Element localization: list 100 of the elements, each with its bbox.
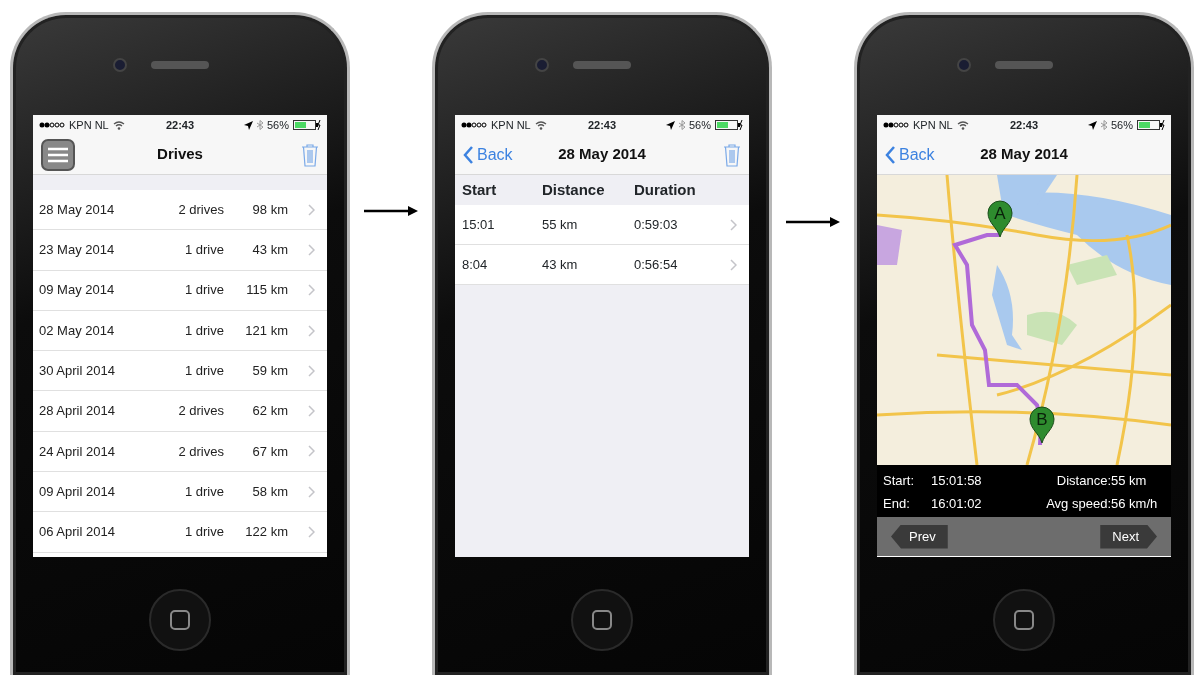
- wifi-icon: [534, 120, 547, 130]
- signal-icon: [461, 122, 487, 128]
- chevron-icon: [308, 324, 315, 337]
- carrier-name: KPN NL: [69, 117, 109, 133]
- date-text: 30 April 2014: [39, 362, 116, 381]
- drive-row[interactable]: 24 April 2014 2 drives 67 km: [33, 431, 327, 473]
- date-text: 28 May 2014: [39, 200, 116, 219]
- battery-percent: 56%: [688, 117, 711, 133]
- drive-row[interactable]: 06 April 2014 1 drive 122 km: [33, 512, 327, 553]
- info-label: Distance:: [1055, 472, 1111, 490]
- drive-count: 1 drive: [183, 241, 224, 260]
- bluetooth-icon: [678, 120, 685, 130]
- chevron-icon: [308, 284, 315, 297]
- prev-button[interactable]: Prev: [891, 524, 948, 549]
- nav-title: 28 May 2014: [557, 144, 647, 165]
- table-cell-text: 0:56:54: [634, 255, 678, 274]
- menu-button[interactable]: [41, 138, 75, 171]
- table-cell-text: 15:01: [462, 215, 496, 234]
- chevron-icon: [730, 258, 737, 271]
- battery-icon: [1137, 120, 1165, 130]
- status-time: 22:43: [1008, 117, 1040, 133]
- distance-text: 58 km: [251, 482, 288, 501]
- distance-text: 121 km: [244, 321, 288, 340]
- back-button[interactable]: Back: [463, 142, 513, 167]
- speaker-grille: [995, 61, 1053, 69]
- distance-text: 62 km: [251, 402, 288, 421]
- drive-row[interactable]: 28 May 2014 2 drives 98 km: [33, 190, 327, 231]
- chevron-icon: [308, 243, 315, 256]
- distance-text: 67 km: [251, 442, 288, 461]
- bluetooth-icon: [1100, 120, 1107, 130]
- map-pin[interactable]: B: [1029, 406, 1055, 444]
- drive-count: 2 drives: [177, 442, 224, 461]
- drive-count: 2 drives: [177, 402, 224, 421]
- distance-text: 59 km: [251, 362, 288, 381]
- trip-row[interactable]: 8:04 43 km 0:56:54: [455, 245, 749, 285]
- date-text: 28 April 2014: [39, 402, 116, 421]
- back-button[interactable]: Back: [885, 142, 935, 167]
- info-value: 15:01:58: [931, 472, 983, 490]
- date-text: 02 May 2014: [39, 321, 116, 340]
- info-value: 56 km/h: [1111, 494, 1159, 513]
- battery-icon: [293, 120, 321, 130]
- column-header: Start: [462, 179, 498, 200]
- info-value: 16:01:02: [931, 494, 983, 513]
- map-pin[interactable]: A: [987, 200, 1013, 238]
- distance-text: 98 km: [251, 200, 288, 219]
- location-icon: [665, 120, 675, 130]
- date-text: 23 May 2014: [39, 241, 116, 260]
- next-button[interactable]: Next: [1100, 524, 1157, 549]
- wifi-icon: [112, 120, 125, 130]
- table-cell-text: 43 km: [542, 255, 579, 274]
- info-label: End:: [883, 494, 911, 513]
- status-time: 22:43: [164, 117, 196, 133]
- drive-count: 1 drive: [183, 281, 224, 300]
- camera-lens: [957, 58, 971, 72]
- chevron-icon: [308, 203, 315, 216]
- speaker-grille: [151, 61, 209, 69]
- table-cell-text: 55 km: [542, 215, 579, 234]
- back-chevron-icon: [463, 145, 473, 164]
- drive-row[interactable]: 09 April 2014 1 drive 58 km: [33, 472, 327, 513]
- drive-row[interactable]: 23 May 2014 1 drive 43 km: [33, 230, 327, 271]
- column-header: Distance: [542, 179, 606, 200]
- drive-count: 1 drive: [183, 321, 224, 340]
- location-icon: [1087, 120, 1097, 130]
- nav-title: 28 May 2014: [979, 144, 1069, 165]
- battery-percent: 56%: [266, 117, 289, 133]
- trip-row[interactable]: 15:01 55 km 0:59:03: [455, 205, 749, 245]
- carrier-name: KPN NL: [491, 117, 531, 133]
- table-cell-text: 8:04: [462, 255, 489, 274]
- camera-lens: [535, 58, 549, 72]
- date-text: 06 April 2014: [39, 523, 116, 542]
- info-label: Start:: [883, 472, 916, 490]
- wifi-icon: [956, 120, 969, 130]
- drive-row[interactable]: 30 April 2014 1 drive 59 km: [33, 351, 327, 392]
- battery-percent: 56%: [1110, 117, 1133, 133]
- location-icon: [243, 120, 253, 130]
- signal-icon: [883, 122, 909, 128]
- drive-row[interactable]: 09 May 2014 1 drive 115 km: [33, 270, 327, 311]
- status-time: 22:43: [586, 117, 618, 133]
- drive-count: 1 drive: [183, 523, 224, 542]
- drive-count: 2 drives: [177, 200, 224, 219]
- camera-lens: [113, 58, 127, 72]
- date-text: 09 May 2014: [39, 281, 116, 300]
- chevron-icon: [308, 526, 315, 538]
- distance-text: 122 km: [244, 523, 288, 542]
- distance-text: 115 km: [245, 281, 288, 300]
- drive-row[interactable]: 02 May 2014 1 drive 121 km: [33, 310, 327, 352]
- chevron-icon: [308, 445, 315, 458]
- arrow-icon: [786, 217, 840, 227]
- chevron-icon: [308, 485, 315, 498]
- drive-row[interactable]: 28 April 2014 2 drives 62 km: [33, 391, 327, 432]
- arrow-icon: [364, 206, 418, 216]
- bluetooth-icon: [256, 120, 263, 130]
- battery-icon: [715, 120, 743, 130]
- chevron-icon: [308, 405, 315, 418]
- speaker-grille: [573, 61, 631, 69]
- back-chevron-icon: [885, 145, 895, 164]
- column-header: Duration: [634, 179, 696, 200]
- distance-text: 43 km: [251, 241, 288, 260]
- menu-icon: [47, 146, 69, 163]
- date-text: 24 April 2014: [39, 442, 116, 461]
